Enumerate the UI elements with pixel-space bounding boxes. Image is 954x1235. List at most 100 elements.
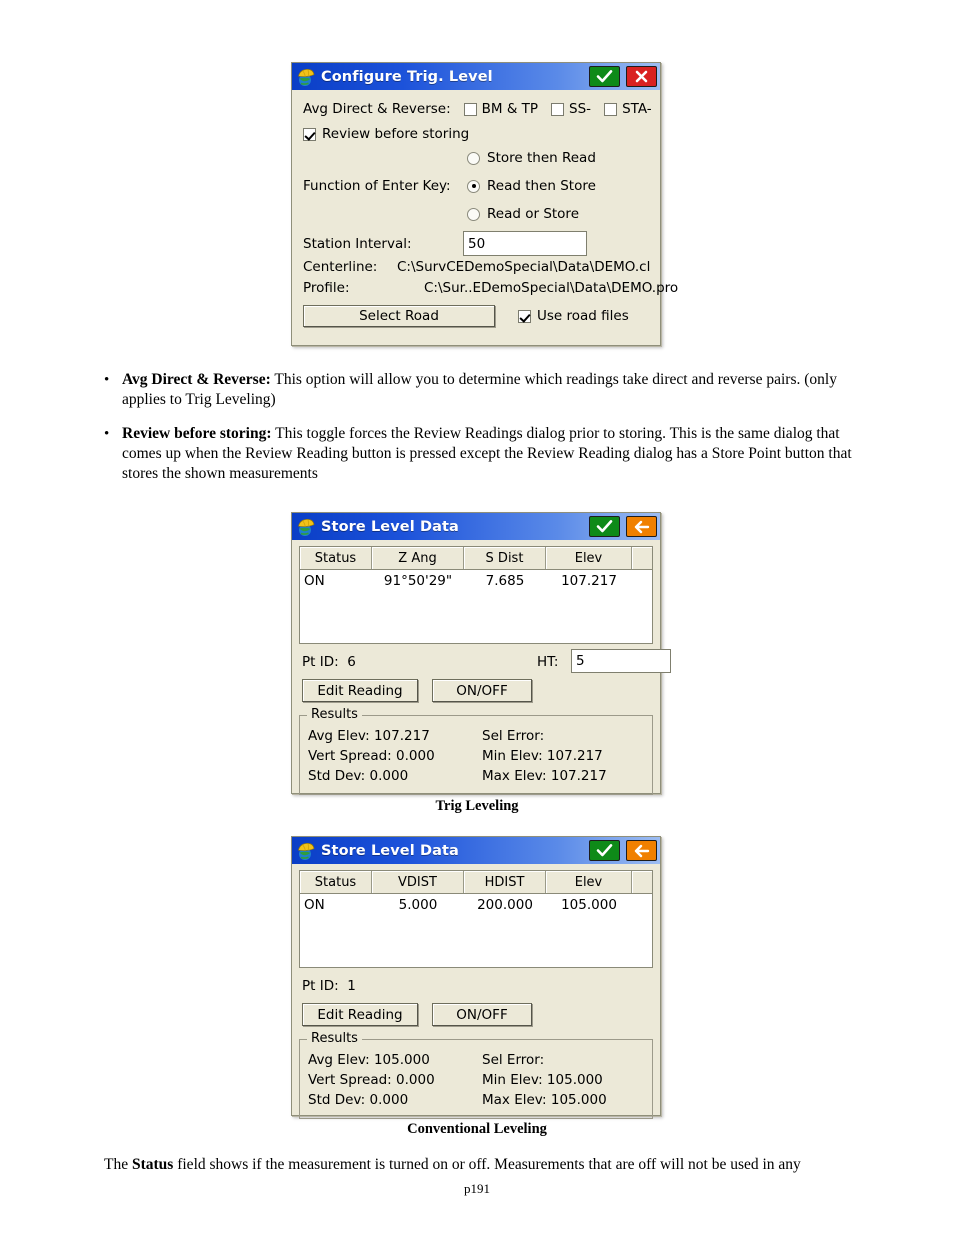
- bullet-term: Avg Direct & Reverse:: [122, 371, 271, 388]
- station-interval-input[interactable]: 50: [463, 231, 587, 256]
- column-header-zang[interactable]: Z Ang: [372, 547, 464, 569]
- radio-read-or-store[interactable]: Read or Store: [467, 206, 579, 222]
- results-legend: Results: [307, 1031, 362, 1046]
- result-sel-error: Sel Error:: [482, 728, 545, 744]
- review-before-storing-row[interactable]: Review before storing: [303, 126, 652, 142]
- ok-button[interactable]: [589, 516, 620, 537]
- radio-store-then-read-indicator[interactable]: [467, 151, 480, 165]
- column-header-sdist[interactable]: S Dist: [464, 547, 546, 569]
- close-icon: [635, 70, 648, 83]
- checkbox-use-road-files[interactable]: [518, 309, 531, 323]
- pt-id-and-ht-row: Pt ID: 6 HT: 5: [299, 649, 671, 677]
- station-interval-row: Station Interval: 50: [303, 231, 652, 259]
- store-conv-button-row: Edit Reading ON/OFF: [299, 1003, 653, 1029]
- store-trig-button-row: Edit Reading ON/OFF: [299, 679, 653, 705]
- column-header-hdist[interactable]: HDIST: [464, 871, 546, 893]
- dialog-titlebar: Store Level Data: [292, 513, 660, 540]
- configure-trig-level-dialog: Configure Trig. Level Avg Direct & Rever…: [291, 62, 678, 346]
- result-min-elev: Min Elev: 107.217: [482, 748, 603, 764]
- column-header-status[interactable]: Status: [300, 547, 372, 569]
- radio-read-then-store[interactable]: Read then Store: [467, 178, 596, 194]
- bullet-marker: •: [104, 426, 110, 442]
- configure-dialog-body: Avg Direct & Reverse: BM & TP SS- STA- R…: [292, 90, 678, 329]
- table-header-row: Status Z Ang S Dist Elev: [300, 547, 652, 570]
- ok-button[interactable]: [589, 840, 620, 861]
- profile-row: Profile: C:\Sur..EDemoSpecial\Data\DEMO.…: [303, 280, 678, 301]
- results-columns: Avg Elev: 107.217 Vert Spread: 0.000 Std…: [308, 726, 644, 786]
- checkbox-sta[interactable]: [604, 102, 618, 116]
- closing-paragraph: The Status field shows if the measuremen…: [104, 1155, 876, 1175]
- readings-table[interactable]: Status Z Ang S Dist Elev ON 91°50'29" 7.…: [299, 546, 653, 644]
- profile-label: Profile:: [303, 280, 350, 296]
- cell-status: ON: [304, 572, 325, 589]
- on-off-button[interactable]: ON/OFF: [432, 679, 532, 702]
- checkbox-bm-tp[interactable]: [463, 102, 477, 116]
- figure-caption-conventional-leveling: Conventional Leveling: [407, 1121, 547, 1137]
- result-avg-elev: Avg Elev: 105.000: [308, 1052, 430, 1068]
- list-item: • Avg Direct & Reverse: This option will…: [100, 370, 860, 410]
- results-group: Results Avg Elev: 107.217 Vert Spread: 0…: [299, 707, 653, 795]
- radio-read-then-store-indicator[interactable]: [467, 179, 480, 193]
- results-group: Results Avg Elev: 105.000 Vert Spread: 0…: [299, 1031, 653, 1119]
- cell-status: ON: [304, 896, 325, 913]
- pt-id-value: 6: [347, 654, 356, 670]
- column-header-elev[interactable]: Elev: [546, 871, 632, 893]
- select-road-button[interactable]: Select Road: [303, 305, 495, 327]
- table-header-row: Status VDIST HDIST Elev: [300, 871, 652, 894]
- back-button[interactable]: [626, 516, 657, 537]
- checkbox-review-before-storing[interactable]: [303, 127, 316, 141]
- edit-reading-button[interactable]: Edit Reading: [302, 1003, 418, 1026]
- checkbox-ss[interactable]: [551, 102, 565, 116]
- results-right-column: Sel Error: Min Elev: 107.217 Max Elev: 1…: [476, 726, 644, 786]
- result-max-elev: Max Elev: 105.000: [482, 1092, 607, 1108]
- table-row[interactable]: ON 91°50'29" 7.685 107.217: [300, 570, 652, 591]
- bullet-marker: •: [104, 372, 110, 388]
- arrow-left-icon: [634, 844, 650, 857]
- ht-input[interactable]: 5: [571, 649, 671, 673]
- close-button[interactable]: [626, 66, 657, 87]
- ht-label: HT:: [537, 654, 559, 670]
- cell-elev: 105.000: [561, 896, 617, 913]
- list-item: • Review before storing: This toggle for…: [100, 424, 860, 484]
- table-row[interactable]: ON 5.000 200.000 105.000: [300, 894, 652, 915]
- column-header-vdist[interactable]: VDIST: [372, 871, 464, 893]
- centerline-row: Centerline: C:\SurvCEDemoSpecial\Data\DE…: [303, 259, 652, 280]
- centerline-path: C:\SurvCEDemoSpecial\Data\DEMO.cl: [397, 259, 651, 275]
- result-vert-spread: Vert Spread: 0.000: [308, 748, 435, 764]
- pt-id-readout: Pt ID: 1: [302, 978, 356, 994]
- results-left-column: Avg Elev: 105.000 Vert Spread: 0.000 Std…: [308, 1050, 476, 1110]
- dialog-titlebar: Configure Trig. Level: [292, 63, 660, 90]
- radio-store-then-read-label: Store then Read: [487, 150, 596, 166]
- radio-read-then-store-label: Read then Store: [487, 178, 596, 194]
- figure-caption-trig-leveling: Trig Leveling: [435, 798, 519, 814]
- station-interval-label: Station Interval:: [303, 236, 412, 252]
- use-road-files-toggle[interactable]: Use road files: [518, 308, 629, 324]
- radio-store-then-read[interactable]: Store then Read: [467, 150, 596, 166]
- store-level-data-conventional-dialog: Store Level Data Status VDIST HDIST Elev…: [291, 836, 661, 1119]
- ok-button[interactable]: [589, 66, 620, 87]
- store-level-data-trig-dialog: Store Level Data Status Z Ang S Dist Ele…: [291, 512, 671, 795]
- cell-zang: 91°50'29": [383, 572, 453, 589]
- radio-read-or-store-indicator[interactable]: [467, 207, 480, 221]
- column-header-blank[interactable]: [632, 871, 652, 893]
- dialog-title: Configure Trig. Level: [321, 68, 493, 85]
- pt-id-readout: Pt ID: 6: [302, 654, 356, 670]
- column-header-elev[interactable]: Elev: [546, 547, 632, 569]
- back-button[interactable]: [626, 840, 657, 861]
- result-sel-error: Sel Error:: [482, 1052, 545, 1068]
- readings-table[interactable]: Status VDIST HDIST Elev ON 5.000 200.000…: [299, 870, 653, 968]
- cell-sdist: 7.685: [485, 572, 525, 589]
- surveyor-hardhat-globe-icon: [296, 67, 316, 87]
- pt-id-label: Pt ID:: [302, 978, 339, 994]
- cell-elev: 107.217: [561, 572, 617, 589]
- dialog-titlebar: Store Level Data: [292, 837, 660, 864]
- store-trig-dialog-body: Status Z Ang S Dist Elev ON 91°50'29" 7.…: [292, 540, 671, 795]
- column-header-blank[interactable]: [632, 547, 652, 569]
- checkbox-bm-tp-label: BM & TP: [481, 101, 539, 117]
- edit-reading-button[interactable]: Edit Reading: [302, 679, 418, 702]
- column-header-status[interactable]: Status: [300, 871, 372, 893]
- avg-direct-reverse-row: Avg Direct & Reverse: BM & TP SS- STA-: [303, 101, 652, 117]
- on-off-button[interactable]: ON/OFF: [432, 1003, 532, 1026]
- closing-rest: field shows if the measurement is turned…: [173, 1156, 801, 1173]
- checkmark-icon: [596, 520, 613, 533]
